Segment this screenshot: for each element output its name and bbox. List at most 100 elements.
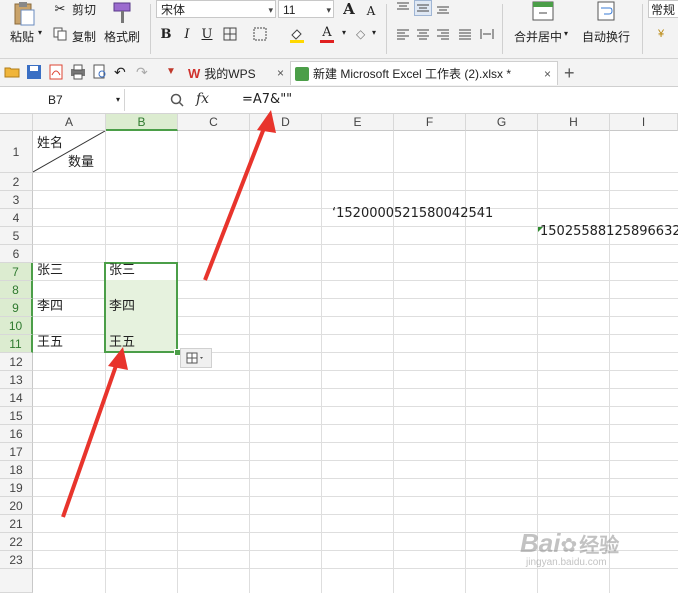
row-header[interactable]: 17 [0,443,33,461]
col-header-h[interactable]: H [538,114,610,131]
underline-button[interactable]: U [198,25,216,43]
row-header[interactable]: 20 [0,497,33,515]
wrap-text-button[interactable]: 自动换行 [582,28,630,45]
number-format-select[interactable]: 常规 [648,0,678,18]
cell-a9[interactable]: 李四 [37,295,63,314]
align-bottom-icon[interactable] [434,0,452,16]
select-all-corner[interactable] [0,114,33,131]
fill-options-button[interactable] [180,348,212,368]
row-header[interactable]: 8 [0,281,33,299]
row-header[interactable] [0,569,33,593]
open-folder-icon[interactable] [4,64,20,80]
align-center-icon[interactable] [414,26,432,42]
fill-color-icon[interactable] [288,26,306,44]
justify-icon[interactable] [456,26,474,42]
row-header[interactable]: 7 [0,263,33,281]
currency-icon[interactable]: ¥ [652,26,670,42]
row-header[interactable]: 5 [0,227,33,245]
chevron-down-icon[interactable]: ▾ [116,89,120,111]
format-painter-button[interactable]: 格式刷 [104,28,140,45]
col-header-b[interactable]: B [106,114,178,131]
chevron-down-icon[interactable]: ▾ [372,28,376,37]
align-left-icon[interactable] [394,26,412,42]
wrap-text-icon[interactable] [594,0,618,22]
paste-dropdown-icon[interactable]: ▾ [38,28,42,37]
row-header[interactable]: 3 [0,191,33,209]
row-header[interactable]: 11 [0,335,33,353]
row-header[interactable]: 2 [0,173,33,191]
merge-center-button[interactable]: 合并居中 [514,28,562,45]
col-header-i[interactable]: I [610,114,678,131]
scissors-icon[interactable]: ✂ [52,1,68,17]
cell-a1-name-label[interactable]: 姓名 [37,132,63,151]
col-header-c[interactable]: C [178,114,250,131]
cell-a1-quantity-label[interactable]: 数量 [68,151,94,170]
align-middle-icon[interactable] [414,0,432,16]
paste-button[interactable]: 粘贴 [10,28,34,45]
clear-format-icon[interactable]: ◇ [356,27,365,41]
grow-font-button[interactable]: A [340,0,358,18]
row-header[interactable]: 13 [0,371,33,389]
row-header[interactable]: 1 [0,131,33,173]
align-top-icon[interactable] [394,0,412,16]
col-header-d[interactable]: D [250,114,322,131]
customize-toolbar-icon[interactable]: ▼ [166,64,182,80]
shrink-font-button[interactable]: A [362,2,380,20]
merge-center-icon[interactable] [530,0,556,22]
col-header-a[interactable]: A [33,114,106,131]
cell-b11[interactable]: 王五 [109,331,135,350]
paste-icon[interactable] [8,0,40,28]
cell-h5[interactable]: 150255881258966325 [540,224,678,239]
cell-a11[interactable]: 王五 [37,331,63,350]
close-icon[interactable]: × [544,67,551,81]
col-header-e[interactable]: E [322,114,394,131]
row-header[interactable]: 23 [0,551,33,569]
undo-icon[interactable]: ↶ [114,64,130,80]
cell-e4[interactable]: ‘152000052158004254​1 [332,206,493,221]
row-header[interactable]: 10 [0,317,33,335]
tab-workbook[interactable]: 新建 Microsoft Excel 工作表 (2).xlsx * × [290,61,558,85]
tab-my-wps[interactable]: W 我的WPS × [188,61,288,85]
row-header[interactable]: 4 [0,209,33,227]
redo-icon[interactable]: ↷ [136,64,152,80]
print-preview-icon[interactable] [92,64,108,80]
font-color-icon[interactable]: A [318,24,336,44]
row-header[interactable]: 9 [0,299,33,317]
cut-button[interactable]: 剪切 [72,1,96,18]
row-header[interactable]: 15 [0,407,33,425]
formula-input[interactable]: =A7&"" [242,92,292,107]
row-header[interactable]: 21 [0,515,33,533]
save-icon[interactable] [26,64,42,80]
copy-button[interactable]: 复制 [72,28,96,45]
row-header[interactable]: 19 [0,479,33,497]
cell-style-icon[interactable] [252,26,268,42]
cell-a7[interactable]: 张三 [37,259,63,278]
format-painter-icon[interactable] [108,0,136,26]
row-header[interactable]: 22 [0,533,33,551]
cell-b7[interactable]: 张三 [109,259,135,278]
export-pdf-icon[interactable] [48,64,64,80]
distribute-icon[interactable] [478,26,496,42]
spreadsheet-grid[interactable]: A B C D E F G H I 1 2 3 4 5 6 7 8 9 10 1… [0,114,678,593]
chevron-down-icon[interactable]: ▾ [342,28,346,37]
row-header[interactable]: 16 [0,425,33,443]
font-name-select[interactable]: 宋体 ▾ [156,0,276,18]
borders-icon[interactable] [222,26,238,42]
close-icon[interactable]: × [277,66,284,80]
bold-button[interactable]: B [157,25,175,43]
print-icon[interactable] [70,64,86,80]
zoom-icon[interactable] [168,91,186,109]
align-right-icon[interactable] [434,26,452,42]
italic-button[interactable]: I [178,25,196,43]
col-header-f[interactable]: F [394,114,466,131]
row-header[interactable]: 14 [0,389,33,407]
row-header[interactable]: 12 [0,353,33,371]
row-header[interactable]: 6 [0,245,33,263]
new-tab-button[interactable]: + [564,61,584,85]
copy-icon[interactable] [52,26,68,42]
cell-b9[interactable]: 李四 [109,295,135,314]
name-box[interactable]: B7 ▾ [0,89,125,111]
insert-function-button[interactable]: fx [196,91,209,107]
row-header[interactable]: 18 [0,461,33,479]
col-header-g[interactable]: G [466,114,538,131]
